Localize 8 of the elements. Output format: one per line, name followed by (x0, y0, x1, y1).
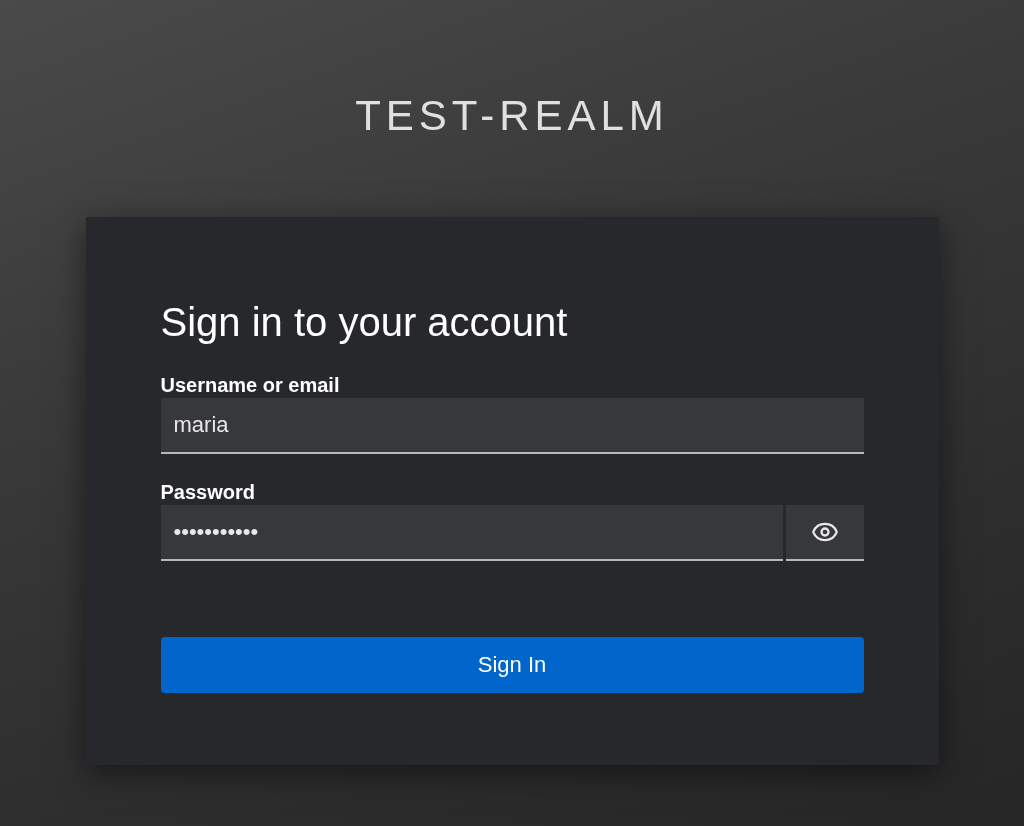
password-field[interactable]: ••••••••••• (160, 505, 783, 561)
field-label: Password (160, 480, 255, 504)
sign-in-button[interactable]: Sign In (160, 637, 864, 693)
field-label: Username or email (160, 373, 340, 397)
username-field[interactable]: maria (160, 398, 864, 454)
realm-title: TEST-REALM (355, 92, 669, 140)
show-password-button[interactable] (785, 505, 864, 561)
form-heading: Sign in to your account (160, 299, 569, 346)
